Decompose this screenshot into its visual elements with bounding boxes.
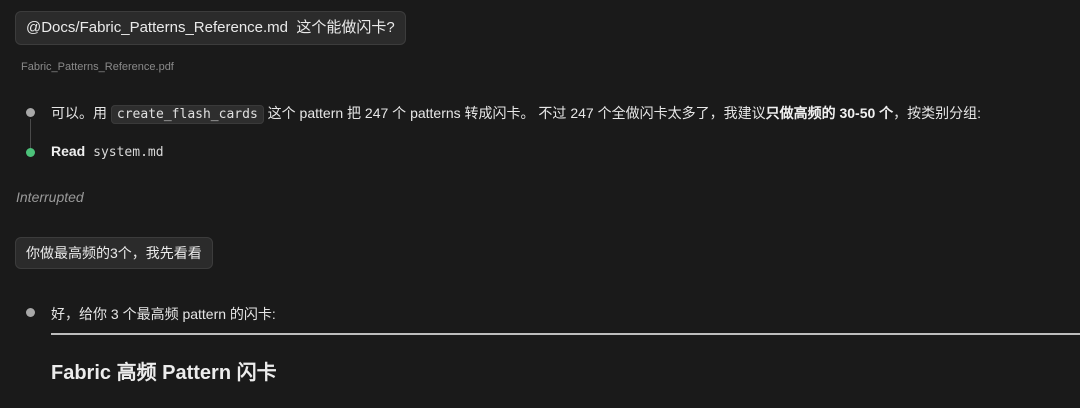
assistant-text-middle: 这个 pattern 把 247 个 patterns 转成闪卡。 不过 247… — [267, 105, 766, 121]
assistant-text-suffix: ，按类别分组: — [893, 105, 982, 121]
chat-transcript: @Docs/Fabric_Patterns_Reference.md 这个能做闪… — [0, 0, 1080, 408]
message-bullet-icon — [26, 108, 35, 117]
flashcard-heading: Fabric 高频 Pattern 闪卡 — [51, 362, 277, 384]
inline-code: create_flash_cards — [110, 105, 264, 124]
assistant-message-2: 好，给你 3 个最高频 pattern 的闪卡: — [51, 306, 276, 322]
interrupted-status: Interrupted — [16, 189, 84, 205]
user-message-text: 这个能做闪卡? — [296, 19, 395, 36]
tool-status-icon — [26, 148, 35, 157]
assistant-text-bold: 只做高频的 30-50 个 — [765, 105, 894, 121]
tool-argument: system.md — [93, 145, 164, 160]
user-message-text: 你做最高频的3个，我先看看 — [26, 245, 202, 261]
message-bullet-icon — [26, 308, 35, 317]
assistant-text-prefix: 可以。用 — [51, 105, 107, 121]
attachment-filename[interactable]: Fabric_Patterns_Reference.pdf — [21, 61, 174, 73]
user-message-1[interactable]: @Docs/Fabric_Patterns_Reference.md 这个能做闪… — [15, 11, 406, 45]
tool-name: Read — [51, 143, 86, 159]
tool-call[interactable]: Read system.md — [51, 143, 164, 160]
user-message-2[interactable]: 你做最高频的3个，我先看看 — [15, 237, 213, 269]
file-mention[interactable]: @Docs/Fabric_Patterns_Reference.md — [26, 19, 288, 36]
assistant-message-1: 可以。用 create_flash_cards 这个 pattern 把 247… — [51, 103, 982, 124]
horizontal-divider — [51, 333, 1080, 335]
